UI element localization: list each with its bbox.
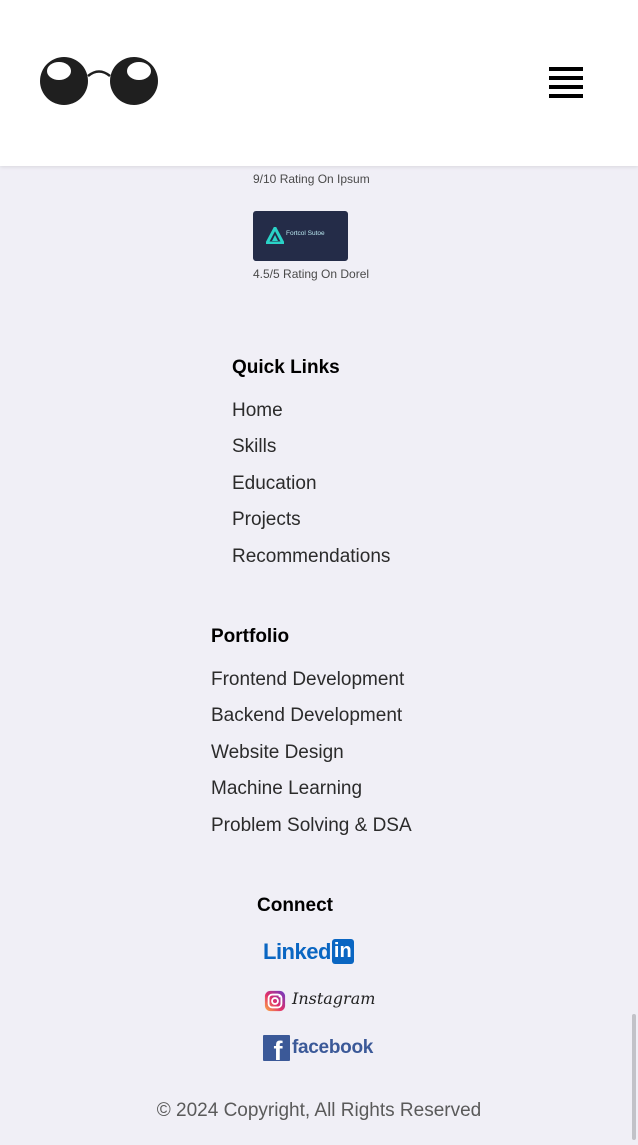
copyright-text: © 2024 Copyright, All Rights Reserved bbox=[156, 1100, 482, 1121]
fortcol-logo: Fortcol Sutoe bbox=[253, 211, 348, 261]
instagram-wordmark: Instagram bbox=[292, 989, 376, 1008]
fortcol-logo-text: Fortcol Sutoe bbox=[286, 230, 325, 237]
quick-link-home[interactable]: Home bbox=[232, 400, 283, 422]
portfolio-link-backend[interactable]: Backend Development bbox=[211, 705, 402, 727]
facebook-f-icon: f bbox=[263, 1035, 290, 1061]
portfolio-title: Portfolio bbox=[211, 626, 290, 647]
quick-link-skills[interactable]: Skills bbox=[232, 436, 276, 458]
site-header bbox=[0, 0, 638, 166]
page-scrollbar[interactable] bbox=[632, 1014, 636, 1140]
rating-caption-dorel: 4.5/5 Rating On Dorel bbox=[253, 267, 370, 281]
glasses-logo-icon[interactable] bbox=[38, 54, 160, 108]
svg-text:f: f bbox=[274, 1036, 284, 1061]
portfolio-link-frontend[interactable]: Frontend Development bbox=[211, 669, 404, 691]
fortcol-triangle-icon bbox=[266, 227, 284, 244]
quick-link-education[interactable]: Education bbox=[232, 473, 317, 495]
linkedin-link[interactable]: Linked in bbox=[263, 939, 354, 967]
hamburger-menu-icon[interactable] bbox=[548, 66, 584, 100]
instagram-icon bbox=[264, 990, 286, 1012]
linkedin-in-icon: in bbox=[331, 939, 354, 964]
portfolio-link-machine-learning[interactable]: Machine Learning bbox=[211, 778, 362, 800]
quick-link-recommendations[interactable]: Recommendations bbox=[232, 546, 390, 568]
connect-title: Connect bbox=[257, 895, 333, 916]
quick-links-title: Quick Links bbox=[232, 357, 340, 378]
portfolio-link-website-design[interactable]: Website Design bbox=[211, 742, 344, 764]
instagram-link[interactable]: Instagram bbox=[263, 989, 376, 1013]
facebook-link[interactable]: f facebook bbox=[263, 1035, 375, 1061]
portfolio-link-dsa[interactable]: Problem Solving & DSA bbox=[211, 815, 412, 837]
quick-link-projects[interactable]: Projects bbox=[232, 509, 301, 531]
rating-caption-ipsum: 9/10 Rating On Ipsum bbox=[253, 172, 370, 186]
facebook-wordmark: facebook bbox=[292, 1037, 374, 1058]
linkedin-wordmark: Linked bbox=[263, 939, 331, 964]
